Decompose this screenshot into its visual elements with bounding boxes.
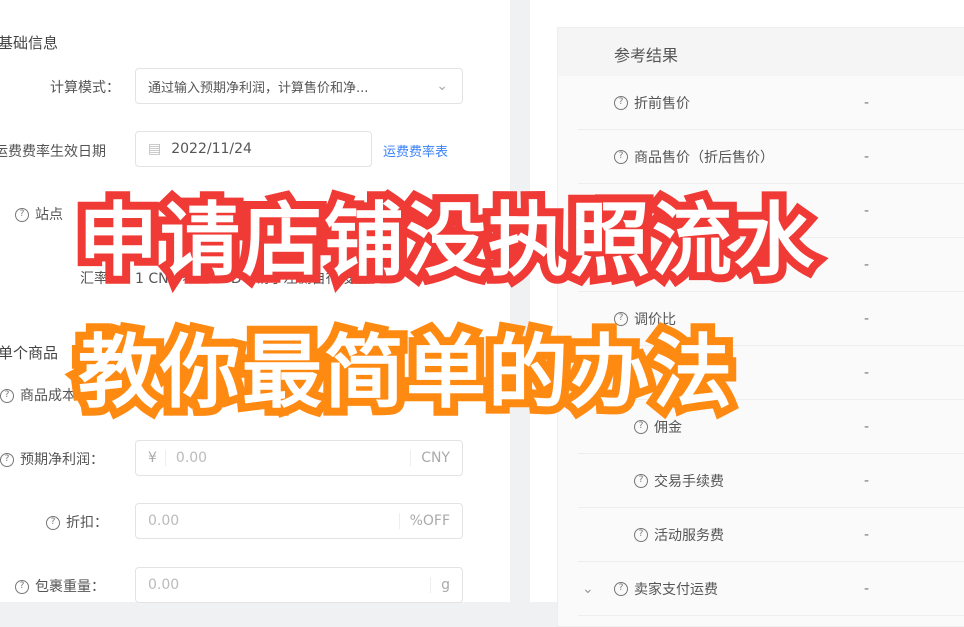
calendar-icon: ▤ bbox=[148, 141, 162, 157]
result-value: - bbox=[864, 418, 870, 435]
result-label: 活动服务费 bbox=[654, 527, 724, 544]
result-value: - bbox=[864, 94, 870, 111]
weight-input[interactable]: 0.00 g bbox=[135, 567, 463, 603]
overlay-caption-2: 教你最简单的办法 bbox=[78, 326, 734, 419]
help-icon: ? bbox=[15, 580, 29, 594]
result-value: - bbox=[864, 310, 870, 327]
section-single-item: 单个商品 bbox=[0, 344, 59, 362]
chevron-down-icon: ⌄ bbox=[436, 78, 448, 94]
help-icon: ? bbox=[0, 453, 14, 467]
chevron-down-icon[interactable]: ⌄ bbox=[582, 581, 594, 597]
result-title: 参考结果 bbox=[558, 28, 964, 76]
freight-table-link[interactable]: 运费费率表 bbox=[383, 141, 448, 160]
help-icon: ? bbox=[634, 473, 648, 488]
result-value: - bbox=[864, 580, 870, 597]
freight-date-input[interactable]: ▤ 2022/11/24 bbox=[135, 131, 372, 167]
result-value: - bbox=[864, 472, 870, 489]
overlay-caption-1: 申请店铺没执照流水 bbox=[78, 194, 816, 287]
discount-label: ? 折扣： bbox=[46, 512, 108, 532]
calc-mode-select[interactable]: 通过输入预期净利润，计算售价和净... ⌄ bbox=[135, 68, 463, 104]
result-row: ⌄? 卖家支付运费 - bbox=[578, 562, 964, 616]
result-panel: 参考结果 ? 折前售价 -? 商品售价（折后售价） -? -? -? 调价比 -? 费 -? 佣金 -?… bbox=[530, 0, 964, 627]
help-icon: ? bbox=[614, 95, 628, 110]
result-row: ? 活动服务费 - bbox=[578, 508, 964, 562]
section-basic-info: 基础信息 bbox=[0, 34, 59, 52]
help-icon: ? bbox=[614, 581, 628, 596]
help-icon: ? bbox=[15, 208, 29, 222]
result-label: 交易手续费 bbox=[654, 473, 724, 490]
help-icon: ? bbox=[0, 389, 14, 403]
discount-input[interactable]: 0.00 %OFF bbox=[135, 503, 463, 539]
result-row: ? 交易手续费 - bbox=[578, 454, 964, 508]
calc-mode-label: 计算模式： bbox=[50, 80, 120, 96]
help-icon: ? bbox=[614, 149, 628, 164]
calculator-form-panel: 基础信息 计算模式： 通过输入预期净利润，计算售价和净... ⌄ 运费费率生效日… bbox=[0, 0, 510, 603]
result-label: 商品售价（折后售价） bbox=[634, 149, 774, 166]
result-value: - bbox=[864, 526, 870, 543]
result-label: 卖家支付运费 bbox=[634, 581, 718, 598]
help-icon: ? bbox=[634, 527, 648, 542]
result-value: - bbox=[864, 202, 870, 219]
freight-date-label: 运费费率生效日期 bbox=[0, 144, 106, 160]
result-label: 折前售价 bbox=[634, 95, 690, 112]
result-value: - bbox=[864, 148, 870, 165]
result-row: ? 折前售价 - bbox=[578, 76, 964, 130]
cost-label: ? 商品成本 bbox=[0, 385, 76, 405]
result-value: - bbox=[864, 256, 870, 273]
help-icon: ? bbox=[46, 516, 60, 530]
site-label: ? 站点 bbox=[15, 204, 63, 224]
profit-input[interactable]: ¥ 0.00 CNY bbox=[135, 440, 463, 476]
weight-label: ? 包裹重量： bbox=[15, 576, 105, 596]
profit-label: ? 预期净利润： bbox=[0, 449, 104, 469]
result-value: - bbox=[864, 364, 870, 381]
